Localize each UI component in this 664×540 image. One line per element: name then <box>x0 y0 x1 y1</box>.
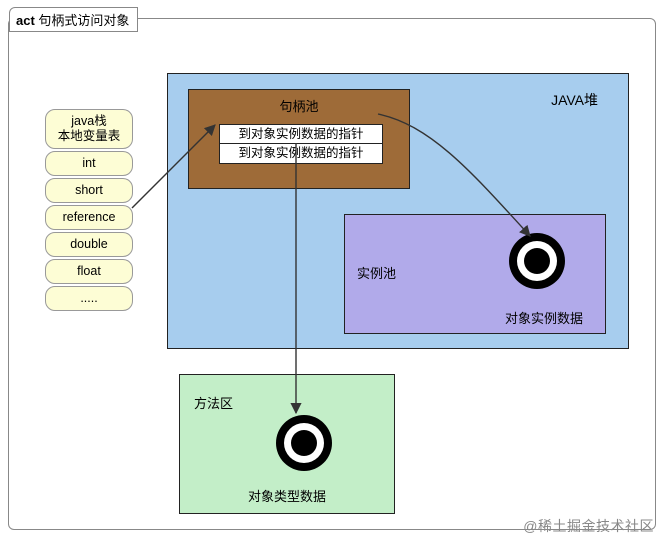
object-type-icon <box>276 415 332 471</box>
object-type-label: 对象类型数据 <box>180 486 394 505</box>
diagram-frame: act 句柄式访问对象 java栈 本地变量表 int short refere… <box>8 18 656 530</box>
method-area: 方法区 对象类型数据 <box>179 374 395 514</box>
frame-title-rest: 句柄式访问对象 <box>35 13 130 28</box>
stack-item-reference: reference <box>45 205 133 230</box>
method-area-label: 方法区 <box>194 393 233 412</box>
stack-item: double <box>45 232 133 257</box>
type-data-pointer: 到对象实例数据的指针 <box>219 144 383 164</box>
heap-label: JAVA堆 <box>551 90 598 110</box>
object-instance-icon <box>509 233 565 289</box>
watermark: @稀土掘金技术社区 <box>523 516 654 536</box>
instance-data-pointer: 到对象实例数据的指针 <box>219 124 383 144</box>
java-heap: JAVA堆 句柄池 到对象实例数据的指针 到对象实例数据的指针 实例池 对象实例… <box>167 73 629 349</box>
stack-item: short <box>45 178 133 203</box>
java-stack: java栈 本地变量表 int short reference double f… <box>45 109 133 313</box>
frame-title-bold: act <box>16 13 35 28</box>
stack-item: float <box>45 259 133 284</box>
handle-pool-label: 句柄池 <box>189 96 409 115</box>
instance-pool: 实例池 对象实例数据 <box>344 214 606 334</box>
object-instance-label: 对象实例数据 <box>505 308 583 327</box>
stack-header: java栈 本地变量表 <box>45 109 133 149</box>
stack-item: int <box>45 151 133 176</box>
instance-pool-label: 实例池 <box>357 263 396 282</box>
handle-pool: 句柄池 到对象实例数据的指针 到对象实例数据的指针 <box>188 89 410 189</box>
stack-item: ..... <box>45 286 133 311</box>
frame-title-tag: act 句柄式访问对象 <box>9 7 138 32</box>
